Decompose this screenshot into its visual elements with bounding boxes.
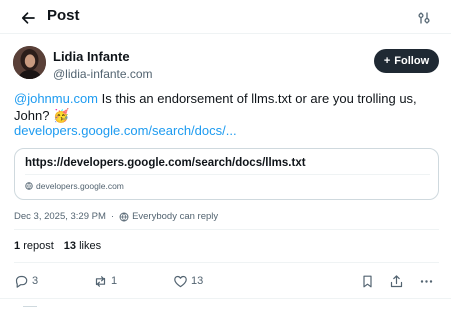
more-horizontal-icon	[420, 279, 433, 283]
link-preview-card[interactable]: https://developers.google.com/search/doc…	[14, 148, 439, 200]
like-button[interactable]: 13	[173, 270, 203, 292]
card-title: https://developers.google.com/search/doc…	[25, 157, 306, 169]
heart-icon	[174, 275, 187, 287]
next-item-edge	[23, 306, 37, 312]
post-text: @johnmu.com Is this an endorsement of ll…	[14, 90, 439, 124]
audience-label: Everybody can reply	[132, 211, 219, 222]
plus-icon: +	[383, 55, 391, 67]
reply-count: 3	[32, 275, 39, 287]
more-options-button[interactable]	[419, 270, 434, 292]
reposts-stat[interactable]: 1 repost	[14, 240, 54, 252]
post-stats: 1 repost 13 likes	[14, 240, 101, 252]
reply-icon	[15, 275, 28, 288]
header-divider	[0, 33, 451, 34]
likes-label: likes	[79, 240, 102, 252]
repost-count: 1	[111, 275, 118, 287]
reposts-count: 1	[14, 240, 21, 252]
author-handle[interactable]: @lidia-infante.com	[53, 67, 153, 81]
arrow-left-icon	[21, 12, 35, 24]
meta-divider	[14, 229, 439, 230]
card-divider	[25, 174, 430, 175]
page-title: Post	[47, 7, 80, 24]
sliders-icon	[418, 12, 430, 24]
globe-icon	[25, 182, 33, 190]
meta-separator: ·	[110, 211, 115, 222]
share-button[interactable]	[389, 270, 404, 292]
post-link[interactable]: developers.google.com/search/docs/...	[14, 123, 237, 138]
actions-divider	[14, 262, 439, 263]
back-button[interactable]	[14, 6, 42, 30]
bookmark-icon	[363, 275, 372, 287]
avatar[interactable]	[13, 46, 46, 79]
repost-button[interactable]: 1	[93, 270, 117, 292]
like-count: 13	[191, 275, 204, 287]
follow-label: Follow	[394, 55, 430, 67]
post-bottom-divider	[0, 298, 451, 299]
card-domain-text: developers.google.com	[36, 181, 124, 191]
author-name[interactable]: Lidia Infante	[53, 49, 130, 64]
reposts-label: repost	[23, 240, 54, 252]
card-domain: developers.google.com	[25, 181, 124, 191]
post-meta: Dec 3, 2025, 3:29 PM · Everybody can rep…	[14, 211, 218, 222]
likes-stat[interactable]: 13 likes	[64, 240, 101, 252]
globe-icon	[119, 212, 129, 221]
settings-button[interactable]	[410, 6, 438, 30]
bookmark-button[interactable]	[360, 270, 375, 292]
action-bar: 3 1 13	[0, 270, 451, 292]
share-icon	[390, 274, 403, 287]
timestamp[interactable]: Dec 3, 2025, 3:29 PM	[14, 211, 106, 222]
post-header: Post	[0, 0, 451, 34]
reply-button[interactable]: 3	[14, 270, 38, 292]
mention-link[interactable]: @johnmu.com	[14, 91, 98, 106]
follow-button[interactable]: + Follow	[374, 49, 439, 73]
reply-audience: Everybody can reply	[119, 211, 218, 222]
repost-icon	[95, 275, 106, 287]
likes-count: 13	[63, 240, 77, 252]
